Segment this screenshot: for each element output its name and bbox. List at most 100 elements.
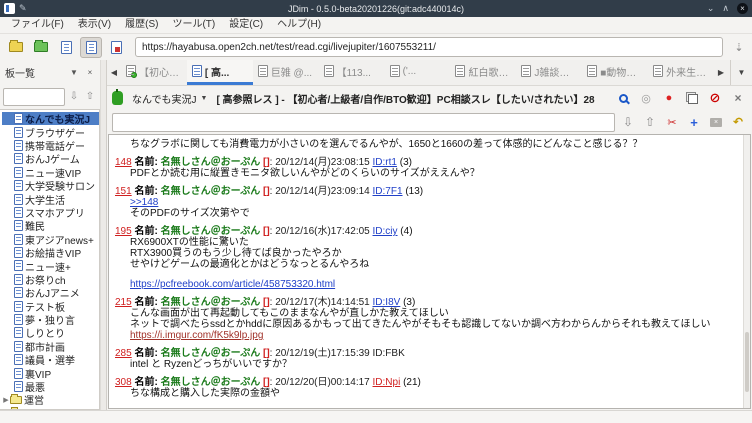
- thread-tab[interactable]: 紅白歌合...: [450, 60, 516, 85]
- tree-board-row[interactable]: 最悪: [2, 380, 99, 393]
- window-title: JDim - 0.5.0-beta20201226(git:adc440014c…: [124, 4, 628, 14]
- post-id[interactable]: ID:ciy: [373, 226, 398, 237]
- close-icon[interactable]: ×: [729, 89, 747, 107]
- tree-board-row[interactable]: お祭りch: [2, 273, 99, 286]
- post-name[interactable]: 名無しさん＠おーぷん: [161, 348, 261, 359]
- post-name-label: 名前:: [134, 226, 157, 237]
- thread-tab[interactable]: J雑談ス...: [516, 60, 582, 85]
- undo-icon[interactable]: ↶: [729, 113, 747, 131]
- favorites-button[interactable]: [30, 37, 52, 58]
- search-up-icon[interactable]: ⇧: [83, 91, 97, 102]
- jump-bottom-icon[interactable]: ⇩: [619, 113, 637, 131]
- record-icon[interactable]: ●: [660, 89, 678, 107]
- thread-tab[interactable]: ■動物番...: [582, 60, 648, 85]
- tree-board-row[interactable]: 東アジアnews+: [2, 233, 99, 246]
- jump-top-icon[interactable]: ⇧: [641, 113, 659, 131]
- pane-splitter[interactable]: [100, 60, 107, 410]
- post-mail: []: [263, 157, 270, 168]
- find-input[interactable]: [112, 113, 615, 132]
- tree-board-row[interactable]: お絵描きVIP: [2, 246, 99, 259]
- menu-item[interactable]: ツール(T): [165, 17, 222, 33]
- cut-icon[interactable]: ✂: [663, 113, 681, 131]
- post-number[interactable]: 148: [115, 157, 132, 168]
- menu-item[interactable]: 設定(C): [222, 17, 270, 33]
- thread-tab[interactable]: ('...: [385, 60, 451, 85]
- copy-icon[interactable]: [683, 89, 701, 107]
- thread-tab[interactable]: [ 高...: [187, 60, 253, 85]
- sidebar-close-icon[interactable]: ×: [83, 68, 97, 77]
- tree-board-row[interactable]: 大学生活: [2, 192, 99, 205]
- tree-board-row[interactable]: ニュー速VIP: [2, 166, 99, 179]
- tree-board-row[interactable]: 議員・選挙: [2, 353, 99, 366]
- tree-board-row[interactable]: スマホアプリ: [2, 206, 99, 219]
- tab-scroll-left-icon[interactable]: ◀: [107, 60, 121, 85]
- stop-icon[interactable]: ⊘: [706, 89, 724, 107]
- tree-board-row[interactable]: ブラウザゲー: [2, 125, 99, 138]
- search-icon[interactable]: [614, 89, 632, 107]
- tree-board-row[interactable]: 夢・独り言: [2, 313, 99, 326]
- add-icon[interactable]: +: [685, 113, 703, 131]
- post-number[interactable]: 195: [115, 226, 132, 237]
- thread-tab[interactable]: 外来生物...: [648, 60, 714, 85]
- scrollbar-thumb[interactable]: [745, 332, 749, 392]
- search-down-icon[interactable]: ⇩: [67, 91, 81, 102]
- post-name[interactable]: 名無しさん＠おーぷん: [161, 186, 261, 197]
- menu-item[interactable]: 表示(V): [71, 17, 118, 33]
- board-list-button[interactable]: [5, 37, 27, 58]
- post-line: intel と Ryzenどっちがいいですか？: [115, 359, 737, 370]
- sidebar-search-input[interactable]: [3, 88, 65, 106]
- post-id[interactable]: ID:7F1: [373, 186, 403, 197]
- menu-item[interactable]: ヘルプ(H): [270, 17, 328, 33]
- tree-board-row[interactable]: なんでも実況J: [2, 112, 99, 125]
- expander-icon[interactable]: ▶: [2, 396, 10, 404]
- minimize-button[interactable]: ⌄: [707, 4, 715, 13]
- tree-board-row[interactable]: ニュー速+: [2, 259, 99, 272]
- maximize-button[interactable]: ∧: [722, 4, 729, 13]
- post-id[interactable]: ID:I8V: [373, 297, 401, 308]
- tree-board-row[interactable]: しりとり: [2, 326, 99, 339]
- post-name[interactable]: 名無しさん＠おーぷん: [161, 297, 261, 308]
- thread-tab[interactable]: 【113...: [319, 60, 385, 85]
- scrollbar[interactable]: [743, 135, 750, 408]
- tree-board-row[interactable]: 大学受験サロン: [2, 179, 99, 192]
- open-url-icon[interactable]: ⇣: [731, 41, 747, 54]
- board-select-button[interactable]: なんでも実況J ▼: [128, 89, 211, 108]
- post-anchor-link[interactable]: >>148: [130, 197, 158, 208]
- tabs: 【初心者...[ 高...巨雑 @...【113...('...紅白歌合...J…: [121, 60, 714, 85]
- post-name[interactable]: 名無しさん＠おーぷん: [161, 226, 261, 237]
- menu-item[interactable]: 履歴(S): [118, 17, 165, 33]
- tree-board-row[interactable]: おんJゲーム: [2, 152, 99, 165]
- live-icon[interactable]: ◎: [637, 89, 655, 107]
- menu-item[interactable]: ファイル(F): [4, 17, 71, 33]
- post-link-visited[interactable]: https://i.imgur.com/fK5k9lp.jpg: [130, 330, 263, 341]
- tab-list-dropdown-icon[interactable]: ▼: [730, 60, 752, 85]
- thread-list-button[interactable]: [55, 37, 77, 58]
- post-number[interactable]: 215: [115, 297, 132, 308]
- post-number[interactable]: 308: [115, 377, 132, 388]
- thread-tab[interactable]: 【初心者...: [121, 60, 187, 85]
- tree-board-row[interactable]: 裏VIP: [2, 366, 99, 379]
- thread-tab[interactable]: 巨雑 @...: [253, 60, 319, 85]
- post-name[interactable]: 名無しさん＠おーぷん: [161, 377, 261, 388]
- tree-board-row[interactable]: 携帯電話ゲー: [2, 139, 99, 152]
- post-number[interactable]: 285: [115, 348, 132, 359]
- tree-board-row[interactable]: おんJアニメ: [2, 286, 99, 299]
- clear-icon[interactable]: ×: [707, 113, 725, 131]
- url-input[interactable]: [135, 37, 723, 57]
- sidebar-collapse-icon[interactable]: ▼: [67, 68, 81, 77]
- tree-board-row[interactable]: 都市計画: [2, 340, 99, 353]
- tree-board-row[interactable]: テスト板: [2, 299, 99, 312]
- post-id[interactable]: ID:rt1: [373, 157, 397, 168]
- post-name[interactable]: 名無しさん＠おーぷん: [161, 157, 261, 168]
- post-link[interactable]: https://pcfreebook.com/article/458753320…: [130, 279, 335, 290]
- close-button[interactable]: ×: [737, 3, 748, 14]
- image-view-button[interactable]: [105, 37, 127, 58]
- board-doc-icon: [14, 260, 23, 271]
- tree-board-row[interactable]: 難民: [2, 219, 99, 232]
- post-number[interactable]: 151: [115, 186, 132, 197]
- tab-scroll-right-icon[interactable]: ▶: [714, 60, 728, 85]
- tree-folder-row[interactable]: ▶運営: [2, 393, 99, 406]
- post-id[interactable]: ID:Npi: [373, 377, 401, 388]
- post-header: 285 名前: 名無しさん＠おーぷん []: 20/12/19(土)17:15:…: [115, 348, 737, 359]
- thread-view-button[interactable]: [80, 37, 102, 58]
